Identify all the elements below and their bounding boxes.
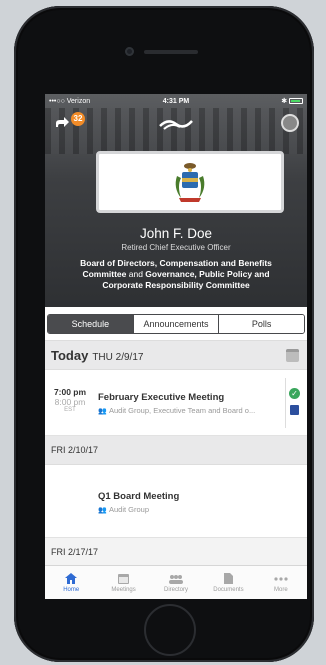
meeting-timezone: EST: [64, 407, 76, 413]
profile-info: John F. Doe Retired Chief Executive Offi…: [45, 226, 307, 291]
tab-documents[interactable]: Documents: [202, 566, 254, 599]
tab-label: Directory: [164, 586, 189, 593]
tab-bar: Home Meetings Directory Documents More: [45, 565, 307, 599]
state-seal-icon: [175, 163, 205, 202]
committee-list: Board of Directors, Compensation and Ben…: [45, 258, 307, 291]
row-divider: [285, 378, 286, 428]
home-icon: [65, 573, 78, 585]
meeting-groups: 👥 Audit Group, Executive Team and Board o…: [98, 406, 276, 415]
front-camera: [125, 47, 134, 56]
committee-line-3: Corporate Responsibility Committee: [102, 280, 250, 290]
more-icon: [274, 573, 288, 585]
calendar-icon[interactable]: [286, 349, 299, 362]
earpiece-speaker: [144, 50, 198, 54]
meeting-times: 7:00 pm 8:00 pm EST: [51, 387, 89, 413]
committee-line-2b: Governance, Public Policy and: [145, 269, 270, 279]
meeting-title: Q1 Board Meeting: [98, 491, 180, 502]
profile-header: •••○○ Verizon 4:31 PM ✱ 32 John F. Doe R…: [45, 94, 307, 307]
tab-polls[interactable]: Polls: [218, 314, 304, 333]
home-button[interactable]: [144, 604, 196, 656]
committee-and: and: [126, 269, 146, 279]
document-icon: [223, 573, 233, 585]
today-date: THU 2/9/17: [92, 351, 144, 363]
nav-bar: 32: [45, 112, 307, 136]
profile-role: Retired Chief Executive Officer: [121, 243, 231, 252]
notification-badge: 32: [71, 112, 85, 126]
tab-meetings[interactable]: Meetings: [97, 566, 149, 599]
tab-label: Home: [63, 586, 80, 593]
day-header-today: Today THU 2/9/17: [45, 341, 307, 370]
profile-avatar-button[interactable]: [281, 114, 299, 132]
book-icon[interactable]: [290, 405, 299, 415]
profile-name: John F. Doe: [139, 226, 213, 241]
segmented-control: Schedule Announcements Polls: [47, 313, 305, 334]
share-button[interactable]: [53, 114, 73, 134]
app-logo: [158, 116, 194, 132]
tab-label: Meetings: [111, 586, 136, 593]
day-label: FRI 2/17/17: [51, 547, 99, 557]
meeting-row[interactable]: Q1 Board Meeting 👥 Audit Group: [45, 465, 307, 538]
share-arrow-icon: [56, 117, 69, 127]
meeting-title: February Executive Meeting: [98, 392, 225, 403]
tab-label: Documents: [213, 586, 244, 593]
battery-icon: [289, 98, 304, 105]
carrier-label: •••○○ Verizon: [49, 97, 91, 105]
tab-directory[interactable]: Directory: [150, 566, 202, 599]
group-icon: 👥: [98, 408, 107, 415]
status-time: 4:31 PM: [162, 97, 190, 105]
bluetooth-icon: ✱: [281, 98, 288, 105]
committee-line-1: Board of Directors, Compensation and Ben…: [80, 258, 272, 268]
tab-home[interactable]: Home: [45, 566, 97, 599]
company-seal-card: [96, 151, 284, 213]
group-icon: 👥: [98, 507, 107, 514]
calendar-icon: [118, 573, 130, 585]
status-right: ✱: [218, 97, 304, 105]
check-icon: ✓: [289, 388, 300, 399]
meeting-groups-text: Audit Group: [109, 505, 150, 514]
meeting-row[interactable]: 7:00 pm 8:00 pm EST February Executive M…: [45, 370, 307, 436]
segment-bar: Schedule Announcements Polls: [45, 307, 307, 341]
phone-frame: •••○○ Verizon 4:31 PM ✱ 32 John F. Doe R…: [14, 6, 314, 662]
tab-schedule[interactable]: Schedule: [48, 314, 133, 333]
day-header: FRI 2/10/17: [45, 436, 307, 465]
meeting-groups: 👥 Audit Group: [98, 505, 276, 514]
app-screen: •••○○ Verizon 4:31 PM ✱ 32 John F. Doe R…: [45, 94, 307, 599]
tab-more[interactable]: More: [255, 566, 307, 599]
day-header: FRI 2/17/17: [45, 538, 307, 567]
meeting-groups-text: Audit Group, Executive Team and Board o.…: [109, 406, 256, 415]
tab-label: More: [273, 586, 288, 593]
meeting-end: 8:00 pm: [54, 397, 86, 407]
people-icon: [168, 573, 184, 585]
day-label: FRI 2/10/17: [51, 445, 99, 455]
meeting-start: 7:00 pm: [53, 387, 87, 397]
committee-line-2a: Committee: [82, 269, 127, 279]
tab-announcements[interactable]: Announcements: [132, 314, 219, 333]
today-label: Today: [51, 347, 89, 363]
status-bar: •••○○ Verizon 4:31 PM ✱: [45, 94, 307, 108]
